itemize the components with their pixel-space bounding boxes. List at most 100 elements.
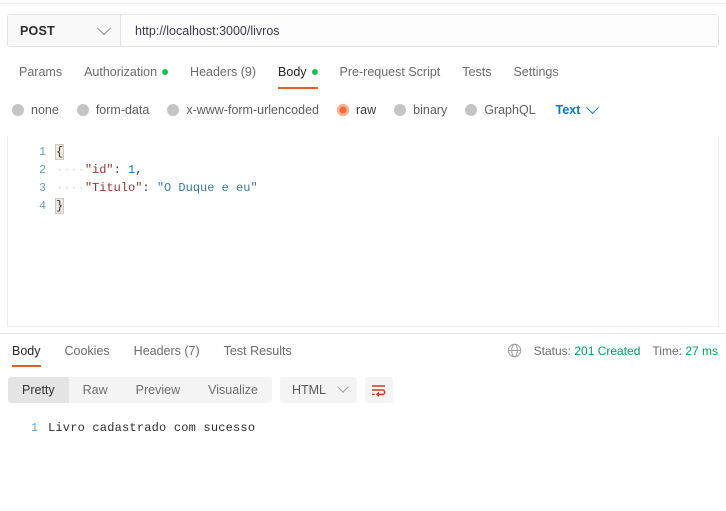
tab-pre-request-script[interactable]: Pre-request Script — [329, 62, 452, 89]
response-line: 1 Livro cadastrado com sucesso — [0, 419, 726, 437]
tab-headers[interactable]: Headers (9) — [179, 62, 267, 89]
tab-pre-request-script-label: Pre-request Script — [339, 65, 441, 79]
line-number: 4 — [39, 199, 46, 213]
editor-line: 1 { — [8, 143, 718, 161]
response-tab-test-results[interactable]: Test Results — [212, 342, 304, 367]
body-type-none-label: none — [31, 103, 59, 117]
tab-params-label: Params — [19, 65, 63, 79]
request-tabs: Params Authorization Headers (9) Body Pr… — [8, 62, 570, 89]
body-type-graphql-label: GraphQL — [484, 103, 536, 117]
tab-tests-label: Tests — [462, 65, 492, 79]
body-type-form-data[interactable]: form-data — [76, 103, 150, 117]
json-key: "Titulo" — [84, 181, 143, 195]
chevron-down-icon — [337, 381, 349, 393]
indent-guides: ···· — [56, 163, 85, 177]
radio-icon — [394, 104, 407, 116]
response-view-toolbar: Pretty Raw Preview Visualize HTML — [8, 377, 393, 403]
radio-icon — [167, 104, 180, 116]
http-method-label: POST — [20, 23, 55, 38]
line-number: 1 — [31, 421, 38, 435]
radio-selected-icon — [337, 104, 349, 116]
tab-authorization[interactable]: Authorization — [73, 62, 179, 89]
body-type-form-data-label: form-data — [95, 103, 150, 117]
editor-line: 2 ····"id": 1, — [8, 161, 718, 179]
radio-icon — [76, 104, 89, 116]
body-type-none[interactable]: none — [12, 103, 59, 117]
status-dot-icon — [311, 69, 318, 75]
raw-format-select[interactable]: Text — [555, 100, 600, 117]
tab-settings[interactable]: Settings — [502, 62, 569, 89]
response-view-modes: Pretty Raw Preview Visualize — [8, 377, 272, 403]
radio-icon — [465, 104, 478, 116]
editor-line-text: } — [54, 198, 65, 214]
response-tab-body-label: Body — [12, 344, 41, 358]
view-mode-visualize-label: Visualize — [208, 383, 258, 397]
http-method-select[interactable]: POST — [8, 15, 121, 46]
body-type-raw[interactable]: raw — [337, 103, 376, 117]
top-divider — [0, 3, 726, 4]
json-comma: , — [135, 163, 143, 177]
line-number: 3 — [39, 181, 46, 195]
response-line-text: Livro cadastrado com sucesso — [48, 421, 256, 435]
raw-format-label: Text — [555, 103, 581, 117]
globe-icon — [507, 343, 521, 358]
response-body-viewer[interactable]: 1 Livro cadastrado com sucesso — [0, 417, 726, 511]
chevron-down-icon — [586, 100, 600, 114]
view-mode-pretty-label: Pretty — [22, 383, 55, 397]
json-value: "O Duque e eu" — [156, 181, 258, 195]
body-type-binary-label: binary — [413, 103, 448, 117]
word-wrap-button[interactable] — [364, 377, 393, 403]
tab-authorization-label: Authorization — [84, 65, 158, 79]
json-colon: : — [113, 163, 129, 177]
response-tab-test-results-label: Test Results — [223, 344, 292, 358]
url-input[interactable]: http://localhost:3000/livros — [121, 15, 718, 46]
request-body-editor[interactable]: 1 { 2 ····"id": 1, 3 ····"Titulo": "O Du… — [7, 136, 719, 327]
response-tab-cookies[interactable]: Cookies — [53, 342, 122, 367]
body-type-raw-label: raw — [356, 103, 377, 117]
view-mode-preview[interactable]: Preview — [122, 377, 194, 403]
word-wrap-icon — [372, 385, 386, 397]
tab-body-label: Body — [278, 65, 307, 79]
response-tabs: Body Cookies Headers (7) Test Results — [0, 342, 304, 367]
json-key: "id" — [84, 163, 114, 177]
view-mode-pretty[interactable]: Pretty — [8, 377, 69, 403]
json-colon: : — [142, 181, 157, 195]
chevron-down-icon — [96, 20, 112, 35]
indent-guides: ···· — [56, 181, 85, 195]
body-type-binary[interactable]: binary — [394, 103, 447, 117]
view-mode-raw[interactable]: Raw — [69, 377, 122, 403]
tab-headers-label: Headers (9) — [190, 65, 257, 79]
response-tab-body[interactable]: Body — [0, 342, 53, 367]
body-type-urlencoded[interactable]: x-www-form-urlencoded — [167, 103, 319, 117]
editor-line: 3 ····"Titulo": "O Duque e eu" — [8, 179, 718, 197]
tab-settings-label: Settings — [513, 65, 559, 79]
response-tab-headers[interactable]: Headers (7) — [122, 342, 212, 367]
response-tab-cookies-label: Cookies — [64, 344, 110, 358]
line-number: 1 — [39, 145, 46, 159]
radio-icon — [12, 104, 24, 116]
editor-line-text: { — [54, 144, 65, 160]
status-value: 201 Created — [574, 343, 641, 358]
body-type-options: none form-data x-www-form-urlencoded raw… — [12, 100, 600, 117]
status-dot-icon — [162, 69, 169, 75]
response-meta: Status: 201 Created Time: 27 ms — [507, 343, 718, 358]
tab-tests[interactable]: Tests — [451, 62, 502, 89]
view-mode-preview-label: Preview — [135, 383, 181, 397]
status-badge[interactable]: Status: 201 Created — [534, 344, 641, 358]
body-type-graphql[interactable]: GraphQL — [465, 103, 536, 117]
time-badge[interactable]: Time: 27 ms — [652, 344, 718, 358]
response-format-select[interactable]: HTML — [279, 377, 357, 403]
status-label: Status: — [533, 343, 572, 358]
request-url-bar: POST http://localhost:3000/livros — [7, 14, 719, 47]
tab-body[interactable]: Body — [267, 62, 329, 89]
tab-params[interactable]: Params — [8, 62, 73, 89]
response-format-label: HTML — [291, 383, 326, 397]
time-label: Time: — [652, 343, 682, 358]
line-number: 2 — [39, 163, 46, 177]
time-value: 27 ms — [685, 343, 718, 358]
body-type-urlencoded-label: x-www-form-urlencoded — [186, 103, 319, 117]
editor-line: 4 } — [8, 197, 718, 215]
response-tab-headers-label: Headers (7) — [133, 344, 200, 358]
section-divider — [0, 333, 726, 334]
view-mode-visualize[interactable]: Visualize — [194, 377, 272, 403]
